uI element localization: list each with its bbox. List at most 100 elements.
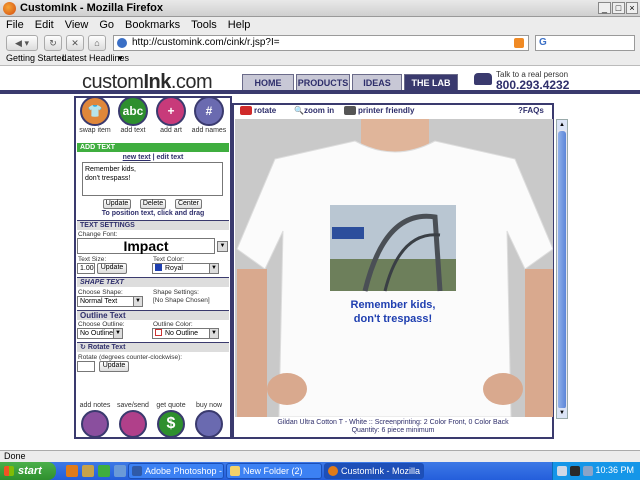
text-color-select[interactable]: Royal ▼ — [152, 263, 219, 274]
position-hint: To position text, click and drag — [101, 210, 205, 217]
get-quote-button[interactable]: get quote $ — [152, 402, 190, 438]
no-color-swatch — [155, 329, 162, 336]
buy-now-button[interactable]: buy now — [190, 402, 228, 438]
volume-icon[interactable] — [583, 466, 593, 476]
quicklaunch-icon[interactable] — [98, 465, 110, 477]
change-font-label: Change Font: — [78, 231, 118, 238]
chevron-down-icon: ▼ — [209, 264, 218, 273]
chevron-down-icon[interactable]: ▾ — [118, 53, 123, 64]
add-names-icon: # — [194, 96, 224, 126]
menu-edit[interactable]: Edit — [29, 17, 59, 31]
status-bar: Done — [0, 450, 640, 462]
notes-icon — [81, 410, 109, 438]
maximize-button[interactable]: □ — [612, 2, 625, 14]
model-left-arm — [237, 269, 267, 417]
quicklaunch-icon[interactable] — [114, 465, 126, 477]
minimize-button[interactable]: _ — [598, 2, 611, 14]
scrollbar-thumb[interactable] — [558, 131, 566, 409]
choose-outline-label: Choose Outline: — [78, 321, 125, 328]
chevron-down-icon: ▼ — [217, 241, 228, 252]
tool-add-art[interactable]: + add art — [152, 96, 190, 134]
scroll-up-icon[interactable]: ▲ — [557, 120, 567, 130]
tab-ideas[interactable]: IDEAS — [352, 74, 402, 91]
shirt-canvas[interactable]: Remember kids, don't trespass! — [235, 119, 553, 417]
text-input[interactable]: Remember kids, don't trespass! — [82, 162, 223, 196]
rotate-input[interactable] — [77, 361, 95, 372]
add-notes-button[interactable]: add notes — [76, 402, 114, 438]
rss-icon[interactable] — [514, 38, 524, 48]
google-icon[interactable]: G — [539, 37, 547, 48]
menu-file[interactable]: File — [0, 17, 29, 31]
menu-bookmarks[interactable]: Bookmarks — [119, 17, 185, 31]
update-text-button[interactable]: Update — [103, 199, 131, 209]
menu-go[interactable]: Go — [93, 17, 119, 31]
status-text: Done — [4, 451, 26, 461]
new-text-link[interactable]: new text — [123, 154, 151, 161]
faqs-link[interactable]: ?FAQs — [518, 106, 544, 115]
chevron-down-icon: ▼ — [209, 329, 218, 338]
menu-bar: File Edit View Go Bookmarks Tools Help — [0, 17, 640, 33]
tab-products[interactable]: PRODUCTS — [296, 74, 350, 91]
save-icon — [119, 410, 147, 438]
dollar-icon: $ — [157, 410, 185, 438]
bookmarks-toolbar: Getting Started Latest Headlines ▾ — [0, 53, 640, 66]
quicklaunch-icon[interactable] — [82, 465, 94, 477]
text-color-label: Text Color: — [153, 256, 185, 263]
outline-color-select[interactable]: No Outline ▼ — [152, 328, 219, 339]
tool-swap-item[interactable]: 👕 swap item — [76, 96, 114, 134]
printer-friendly-button[interactable]: printer friendly — [344, 106, 414, 115]
taskbar-item-firefox[interactable]: CustomInk - Mozilla Fi... — [324, 463, 424, 479]
chevron-down-icon: ▼ — [113, 329, 122, 338]
center-text-button[interactable]: Center — [175, 199, 202, 209]
product-caption: Gildan Ultra Cotton T - White :: Screenp… — [277, 419, 509, 434]
rotate-shirt-icon — [240, 106, 252, 115]
tray-icon[interactable] — [557, 466, 567, 476]
taskbar-item-folder[interactable]: New Folder (2) — [226, 463, 322, 479]
firefox-quicklaunch-icon[interactable] — [66, 465, 78, 477]
menu-view[interactable]: View — [59, 17, 94, 31]
taskbar: start Adobe Photoshop - [... New Folder … — [0, 462, 640, 480]
abc-icon: abc — [118, 96, 148, 126]
update-size-button[interactable]: Update — [97, 263, 127, 274]
printer-icon — [344, 106, 356, 115]
update-rotate-button[interactable]: Update — [99, 361, 129, 372]
rotate-button[interactable]: rotate — [240, 106, 276, 115]
chevron-down-icon: ▼ — [133, 297, 142, 306]
outline-text-header: Outline Text — [77, 310, 229, 320]
shape-select[interactable]: Normal Text ▼ — [77, 296, 143, 307]
taskbar-item-photoshop[interactable]: Adobe Photoshop - [... — [128, 463, 224, 479]
tray-icon[interactable] — [570, 466, 580, 476]
start-button[interactable]: start — [0, 462, 56, 480]
tab-home[interactable]: HOME — [242, 74, 294, 91]
back-button[interactable]: ◀ ▾ — [6, 35, 38, 51]
outline-select[interactable]: No Outline ▼ — [77, 328, 123, 339]
stop-button[interactable]: ✕ — [66, 35, 84, 51]
text-size-input[interactable]: 1.00 — [77, 263, 95, 274]
tab-the-lab[interactable]: THE LAB — [404, 74, 458, 91]
windows-logo-icon — [4, 466, 14, 476]
delete-text-button[interactable]: Delete — [140, 199, 166, 209]
bookmark-getting-started[interactable]: Getting Started — [6, 53, 67, 63]
home-button[interactable]: ⌂ — [88, 35, 106, 51]
edit-text-link[interactable]: edit text — [157, 154, 184, 161]
text-settings-header: TEXT SETTINGS — [77, 220, 229, 230]
tool-add-names[interactable]: # add names — [190, 96, 228, 134]
tool-add-text[interactable]: abc add text — [114, 96, 152, 134]
reload-button[interactable]: ↻ — [44, 35, 62, 51]
system-tray: 10:36 PM — [552, 462, 640, 480]
menu-help[interactable]: Help — [222, 17, 256, 31]
outline-color-label: Outline Color: — [153, 321, 193, 328]
zoom-in-button[interactable]: 🔍zoom in — [294, 106, 334, 115]
printed-photo[interactable] — [330, 205, 456, 292]
save-send-button[interactable]: save/send — [114, 402, 152, 438]
font-select[interactable]: Impact ▼ — [77, 238, 228, 254]
menu-tools[interactable]: Tools — [185, 17, 222, 31]
site-icon — [117, 38, 127, 48]
close-button[interactable]: × — [626, 2, 638, 14]
window-title: CustomInk - Mozilla Firefox — [20, 2, 164, 14]
scroll-down-icon[interactable]: ▼ — [557, 408, 567, 418]
search-input[interactable]: G — [535, 35, 635, 51]
firefox-icon — [328, 466, 338, 476]
url-bar[interactable]: http://customink.com/cink/r.jsp?I= — [113, 35, 529, 51]
page-scrollbar[interactable]: ▲ ▼ — [556, 119, 568, 419]
